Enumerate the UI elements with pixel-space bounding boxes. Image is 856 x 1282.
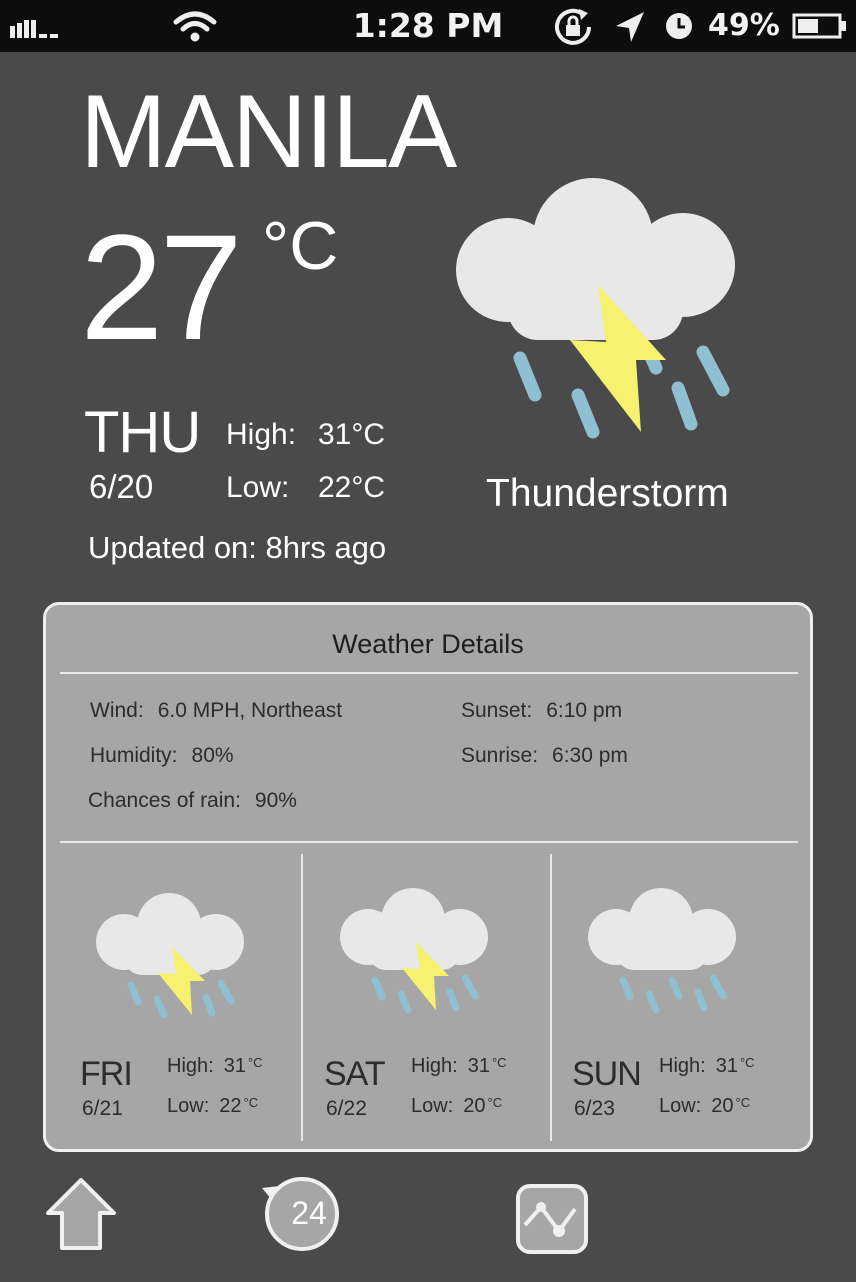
graph-icon — [516, 1184, 588, 1254]
forecast-low: Low: 20 °C — [411, 1095, 502, 1118]
divider — [60, 672, 798, 674]
wind-row: Wind: 6.0 MPH, Northeast — [90, 699, 342, 723]
sunrise-value: 6:30 pm — [552, 744, 628, 767]
forecast-high: High: 31 °C — [411, 1055, 507, 1078]
high-value: 31 — [223, 1055, 246, 1077]
sunset-label: Sunset: — [461, 699, 533, 722]
forecast-day: SUN — [572, 1055, 642, 1093]
low-value: 22 — [219, 1095, 242, 1117]
unit: °C — [247, 1055, 263, 1070]
forecast-high: High: 31 °C — [659, 1055, 755, 1078]
unit: °C — [487, 1095, 503, 1110]
low-label: Low: — [167, 1095, 210, 1117]
unit: °C — [243, 1095, 259, 1110]
low-value: 22°C — [318, 471, 386, 504]
rain-chance-label: Chances of rain: — [88, 789, 241, 812]
humidity-row: Humidity: 80% — [90, 744, 234, 768]
temperature-unit: °C — [262, 208, 339, 284]
thunderstorm-icon — [456, 178, 735, 439]
high-value: 31 — [715, 1055, 738, 1077]
weather-condition: Thunderstorm — [486, 472, 729, 515]
high-label: High: — [167, 1055, 214, 1077]
alarm-clock-icon — [666, 13, 692, 39]
city-name: MANILA — [80, 74, 457, 190]
sunrise-label: Sunrise: — [461, 744, 539, 767]
low-label: Low: — [226, 471, 290, 504]
current-high: High: 31°C — [226, 418, 385, 451]
wind-label: Wind: — [90, 699, 144, 722]
high-value: 31 — [467, 1055, 490, 1077]
details-title: Weather Details — [332, 629, 524, 659]
low-value: 20 — [463, 1095, 486, 1117]
battery-percentage: 49% — [708, 8, 780, 43]
low-label: Low: — [411, 1095, 454, 1117]
wind-value: 6.0 MPH, Northeast — [157, 699, 343, 722]
sunset-value: 6:10 pm — [546, 699, 623, 722]
thunderstorm-icon — [340, 888, 488, 1014]
forecast-low: Low: 20 °C — [659, 1095, 750, 1118]
current-date: 6/20 — [89, 468, 154, 505]
humidity-label: Humidity: — [90, 744, 178, 767]
low-value: 20 — [711, 1095, 734, 1117]
humidity-value: 80% — [191, 744, 234, 767]
forecast-card-sat[interactable]: SAT 6/22 High: 31 °C Low: 20 °C — [290, 879, 540, 1139]
high-label: High: — [226, 418, 297, 451]
forecast-day: FRI — [80, 1055, 133, 1093]
forecast-low: Low: 22 °C — [167, 1095, 258, 1118]
weather-details-panel: Weather Details Wind: 6.0 MPH, Northeast … — [43, 602, 813, 1152]
home-button[interactable] — [44, 1176, 118, 1257]
rotation-lock-icon — [555, 8, 591, 45]
divider — [60, 841, 798, 843]
rain-chance-row: Chances of rain: 90% — [88, 789, 297, 813]
thunderstorm-icon — [96, 893, 244, 1019]
forecast-day: SAT — [324, 1055, 386, 1093]
location-arrow-icon — [616, 12, 644, 42]
forecast-date: 6/21 — [82, 1097, 123, 1120]
home-icon — [46, 1178, 116, 1250]
unit: °C — [739, 1055, 755, 1070]
current-day: THU — [84, 400, 201, 465]
status-bar: 1:28 PM 49% — [0, 0, 856, 52]
high-label: High: — [659, 1055, 706, 1077]
rain-chance-value: 90% — [254, 789, 297, 812]
unit: °C — [735, 1095, 751, 1110]
current-temperature: 27 — [80, 203, 243, 371]
battery-icon — [792, 13, 846, 39]
high-value: 31°C — [318, 418, 386, 451]
updated-text: Updated on: 8hrs ago — [88, 530, 387, 565]
unit: °C — [491, 1055, 507, 1070]
current-low: Low: 22°C — [226, 471, 385, 504]
high-label: High: — [411, 1055, 458, 1077]
sunrise-row: Sunrise: 6:30 pm — [461, 744, 628, 768]
forecast-date: 6/22 — [326, 1097, 367, 1120]
forecast-card-fri[interactable]: FRI 6/21 High: 31 °C Low: 22 °C — [46, 879, 296, 1139]
24-hour-button[interactable]: 24 — [258, 1176, 344, 1257]
rain-icon — [588, 888, 736, 1014]
graph-button[interactable] — [515, 1183, 589, 1260]
24-hour-label: 24 — [291, 1195, 327, 1231]
forecast-high: High: 31 °C — [167, 1055, 263, 1078]
forecast-card-sun[interactable]: SUN 6/23 High: 31 °C Low: 20 °C — [538, 879, 788, 1139]
sunset-row: Sunset: 6:10 pm — [461, 699, 622, 723]
forecast-date: 6/23 — [574, 1097, 615, 1120]
low-label: Low: — [659, 1095, 702, 1117]
